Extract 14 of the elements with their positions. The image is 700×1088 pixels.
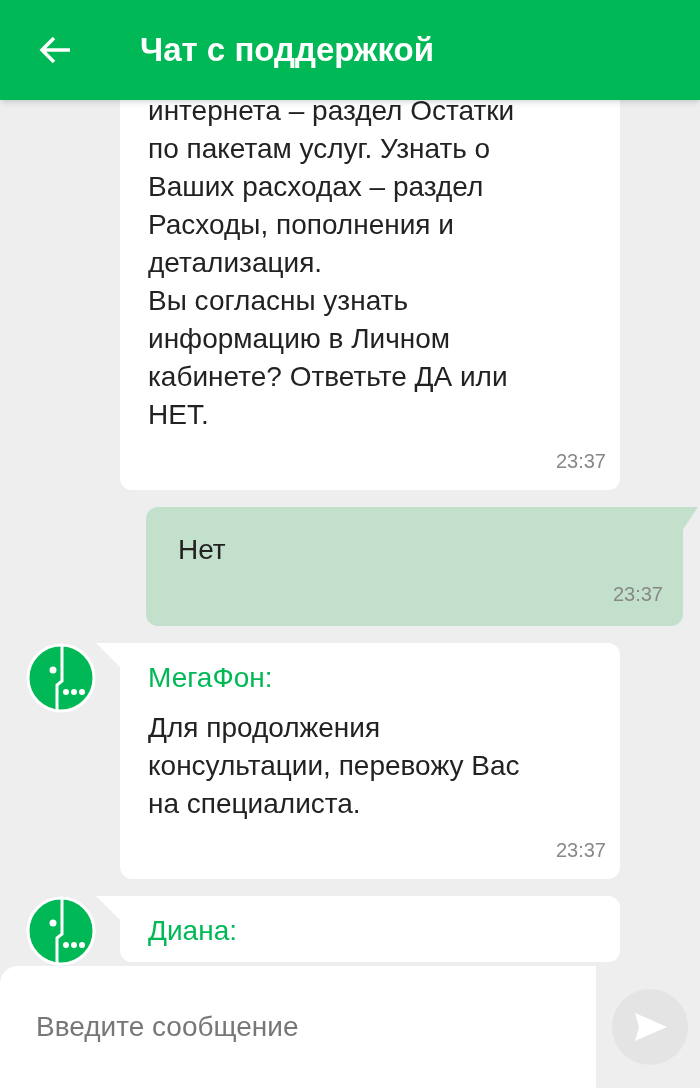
- message-time: 23:37: [554, 838, 606, 863]
- message-time: 23:37: [611, 582, 663, 607]
- message-text: интернета – раздел Остатки по пакетам услуг. Узнать о Ваших расходах – раздел Расходы, пополнения и детализация. Вы согласны узнать информацию в Личном кабинете? Ответьте ДА или НЕТ.: [148, 100, 516, 432]
- message-text: Нет: [178, 533, 227, 567]
- back-arrow-icon: [38, 35, 72, 65]
- screen-title: Чат с поддержкой: [140, 30, 434, 71]
- operator-logo-icon: [26, 896, 96, 966]
- sender-name: Диана:: [148, 914, 238, 948]
- sender-name: МегаФон:: [148, 661, 274, 695]
- message-text: Для продолжения консультации, перевожу Вас на специалиста.: [148, 711, 521, 821]
- message-input[interactable]: Введите сообщение: [0, 966, 596, 1088]
- message-time: 23:37: [554, 449, 606, 474]
- operator-logo-icon: [26, 643, 96, 713]
- send-icon: [633, 1011, 667, 1043]
